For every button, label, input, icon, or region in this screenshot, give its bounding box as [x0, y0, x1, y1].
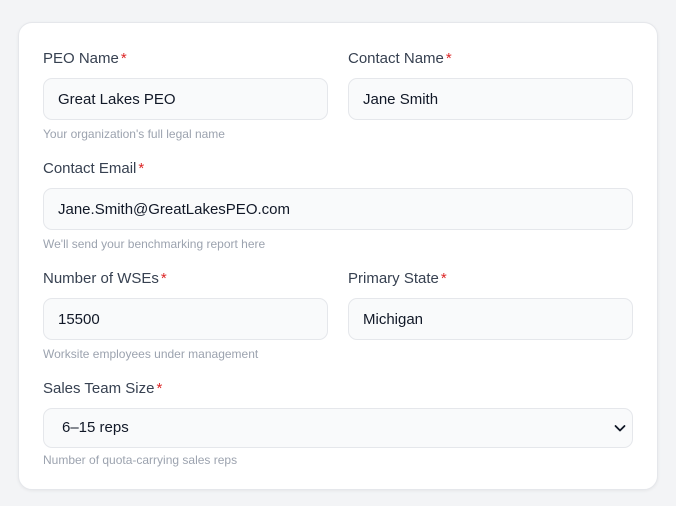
- peo-name-label: PEO Name *: [43, 50, 127, 67]
- primary-state-input[interactable]: [348, 298, 633, 340]
- contact-name-input[interactable]: [348, 78, 633, 120]
- contact-email-field: Contact Email* We'll send your benchmark…: [43, 159, 633, 259]
- required-marker: *: [440, 270, 447, 287]
- peo-name-field: PEO Name* Your organization's full legal…: [43, 49, 328, 149]
- primary-state-label: Primary State *: [348, 270, 447, 287]
- sales-team-size-selected: 6–15 reps: [62, 419, 129, 436]
- sales-team-size-field: Sales Team Size * 6–15 reps Number of quo…: [43, 379, 633, 479]
- primary-state-field: Primary State *: [348, 269, 633, 369]
- num-wses-label: Number of WSEs *: [43, 270, 167, 287]
- contact-name-label: Contact Name *: [348, 50, 452, 67]
- sales-team-size-help: Number of quota-carrying sales reps: [43, 453, 238, 467]
- required-marker: *: [445, 50, 452, 67]
- peo-name-input[interactable]: [43, 78, 328, 120]
- contact-email-input[interactable]: [43, 188, 633, 230]
- num-wses-help: Worksite employees under management: [43, 347, 259, 361]
- required-marker: *: [156, 380, 163, 397]
- required-marker: *: [138, 160, 145, 177]
- sales-team-size-label: Sales Team Size *: [43, 380, 163, 397]
- sales-team-size-select[interactable]: 6–15 reps: [43, 408, 633, 448]
- contact-email-label: Contact Email *: [43, 160, 145, 177]
- form-card: PEO Name* Your organization's full legal…: [18, 22, 658, 490]
- peo-name-help: Your organization's full legal name: [43, 127, 225, 141]
- chevron-down-icon: [614, 425, 626, 432]
- num-wses-field: Number of WSEs* Worksite employees under…: [43, 269, 328, 369]
- num-wses-input[interactable]: [43, 298, 328, 340]
- required-marker: *: [120, 50, 127, 67]
- contact-name-field: Contact Name *: [348, 49, 633, 149]
- required-marker: *: [160, 270, 167, 287]
- contact-email-help: We'll send your benchmarking report here: [43, 237, 266, 251]
